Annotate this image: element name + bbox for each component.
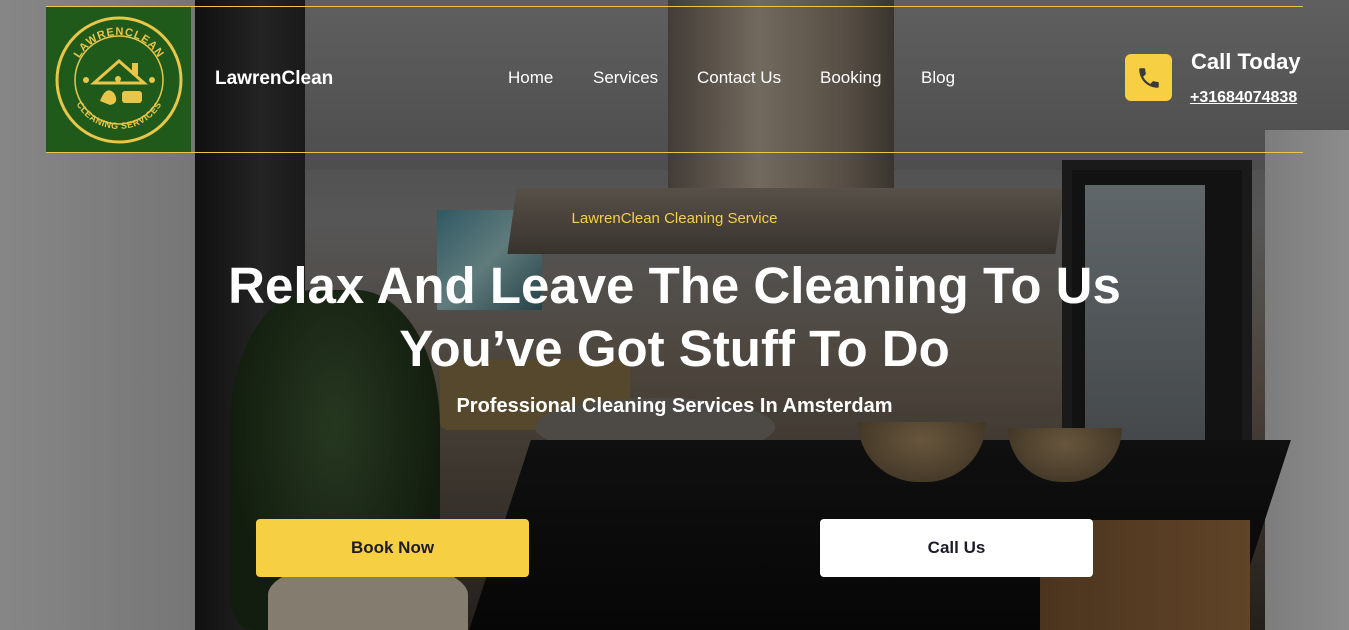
nav-home[interactable]: Home [508, 68, 553, 88]
header-bottom-divider [46, 152, 1303, 153]
book-now-button[interactable]: Book Now [256, 519, 529, 577]
hero-headline-line2: You’ve Got Stuff To Do [399, 320, 950, 377]
hero-headline-line1: Relax And Leave The Cleaning To Us [228, 257, 1121, 314]
header-top-divider [46, 6, 1303, 7]
nav-booking[interactable]: Booking [820, 68, 881, 88]
nav-contact-us[interactable]: Contact Us [697, 68, 781, 88]
hero-subheadline: Professional Cleaning Services In Amster… [456, 395, 893, 417]
hero-kicker: LawrenClean Cleaning Service [571, 210, 778, 227]
call-us-button[interactable]: Call Us [820, 519, 1093, 577]
brand-name[interactable]: LawrenClean [215, 68, 333, 90]
nav-blog[interactable]: Blog [921, 68, 955, 88]
logo-emblem-icon: LAWRENCLEAN CLEANING SERVICES [55, 16, 182, 143]
hero-headline: Relax And Leave The Cleaning To Us You’v… [0, 254, 1349, 380]
nav-services[interactable]: Services [593, 68, 658, 88]
svg-text:CLEANING SERVICES: CLEANING SERVICES [74, 99, 163, 130]
call-today-label: Call Today [1191, 49, 1301, 74]
phone-number-link[interactable]: +31684074838 [1190, 89, 1297, 107]
phone-icon[interactable] [1125, 54, 1172, 101]
site-logo[interactable]: LAWRENCLEAN CLEANING SERVICES [46, 7, 191, 152]
svg-text:LAWRENCLEAN: LAWRENCLEAN [71, 25, 165, 59]
